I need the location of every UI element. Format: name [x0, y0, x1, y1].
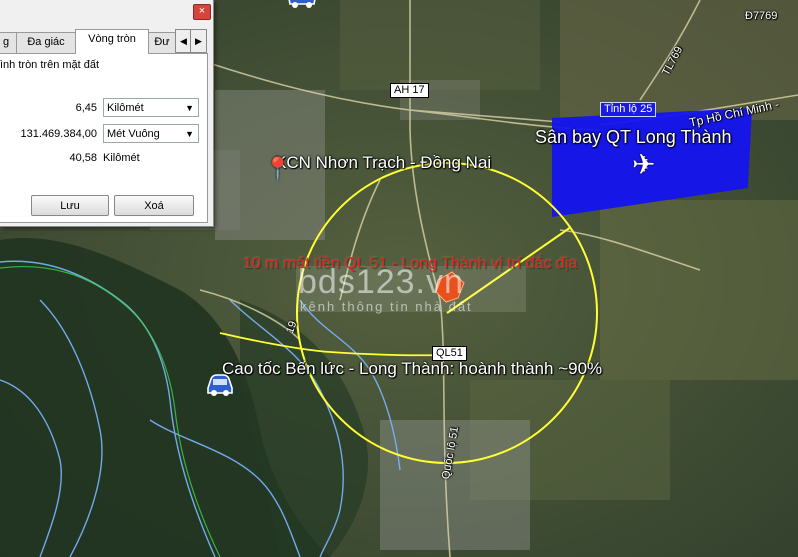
chevron-down-icon: ▼	[185, 103, 194, 113]
radius-value: 6,45	[75, 102, 97, 114]
tab-vong-tron[interactable]: Vòng tròn	[75, 29, 149, 54]
ah17-shield: AH 17	[390, 83, 429, 98]
area-unit-select[interactable]: Mét Vuông ▼	[103, 124, 199, 143]
car-icon-top[interactable]	[284, 0, 320, 10]
kcn-label: KCN Nhơn Trạch - Đồng Nai	[275, 153, 492, 172]
area-unit: Mét Vuông	[107, 128, 160, 140]
car-icon[interactable]	[204, 370, 236, 398]
clear-button[interactable]: Xoá	[114, 195, 194, 216]
save-button[interactable]: Lưu	[31, 195, 109, 216]
description-text: ình tròn trên mặt đất	[0, 59, 100, 71]
area-value: 131.469.384,00	[20, 128, 97, 140]
placemark-pin-icon[interactable]: 📍	[264, 156, 291, 182]
radius-unit-select[interactable]: Kilômét ▼	[103, 98, 199, 117]
tab-scroll-right-icon[interactable]: ▶	[190, 29, 207, 53]
expressway-label: Cao tốc Bến lức - Long Thành: hoành thàn…	[222, 359, 603, 378]
airplane-icon[interactable]: ✈	[632, 148, 655, 181]
d7769-label: Đ7769	[745, 10, 778, 22]
tab-duong-di[interactable]: Đư	[148, 32, 176, 53]
chevron-down-icon: ▼	[185, 129, 194, 139]
circle-pane: ình tròn trên mặt đất 6,45 Kilômét ▼ 131.…	[0, 53, 208, 223]
tab-da-giac[interactable]: Đa giác	[16, 32, 76, 53]
close-button[interactable]: ×	[193, 4, 211, 20]
watermark-brand: bds123.vn	[298, 263, 464, 301]
tinh-lo-25-label: Tỉnh lộ 25	[600, 102, 657, 117]
radius-unit: Kilômét	[107, 102, 144, 114]
watermark-tagline: kênh thông tin nhà đất	[300, 299, 473, 314]
perimeter-unit: Kilômét	[103, 152, 140, 164]
perimeter-value: 40,58	[69, 152, 97, 164]
ruler-dialog: × g Đa giác Vòng tròn Đư ◀ ▶ ình tròn tr…	[0, 0, 214, 227]
airport-label: Sân bay QT Long Thành	[535, 127, 732, 147]
